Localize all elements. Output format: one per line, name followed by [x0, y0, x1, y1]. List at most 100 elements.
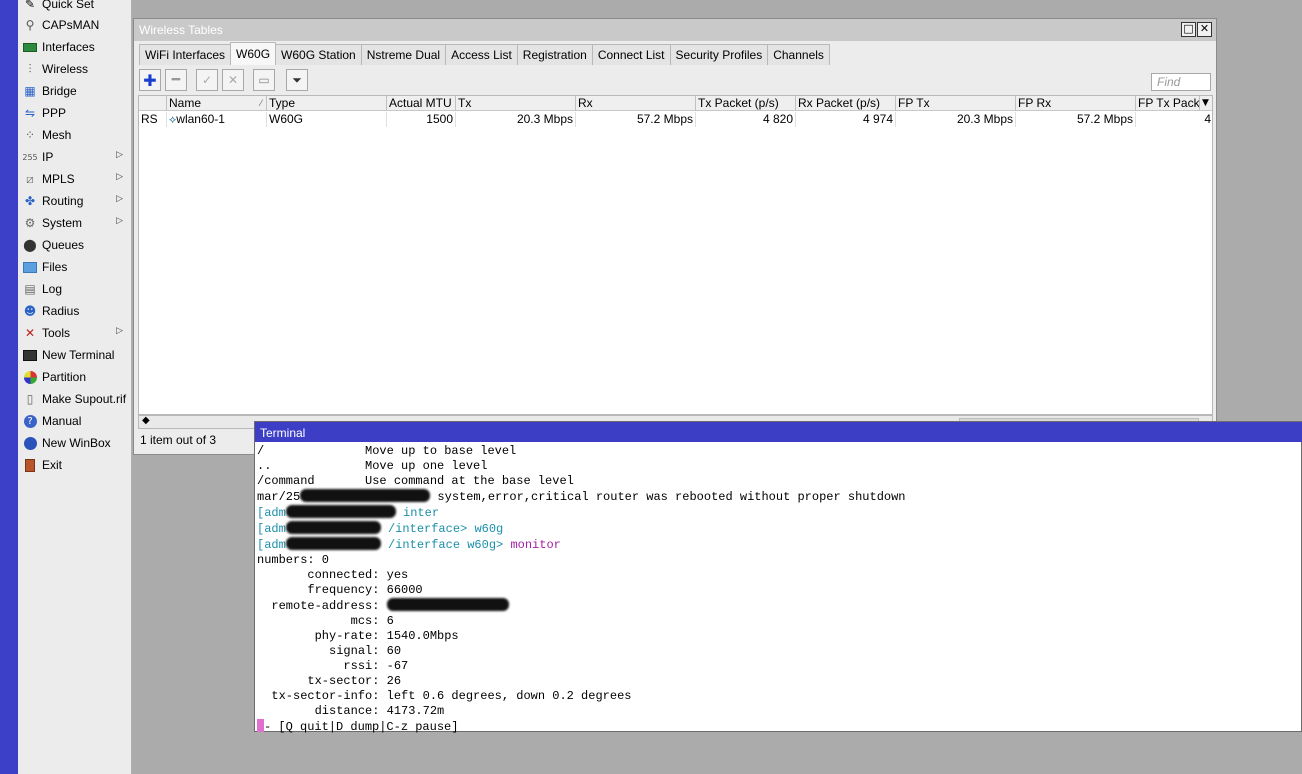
sidebar-item-system[interactable]: ⚙ System ▷: [18, 212, 131, 234]
column-header-tx-packet[interactable]: Tx Packet (p/s): [696, 96, 796, 111]
column-header-actual-mtu[interactable]: Actual MTU: [387, 96, 456, 111]
tab-registration[interactable]: Registration: [516, 44, 593, 65]
column-header-fp-tx-pack[interactable]: FP Tx Pack: [1136, 96, 1200, 111]
sidebar-item-ip[interactable]: 255 IP ▷: [18, 146, 131, 168]
sidebar-item-exit[interactable]: Exit: [18, 454, 131, 476]
sidebar-item-new-terminal[interactable]: New Terminal: [18, 344, 131, 366]
sidebar-item-interfaces[interactable]: Interfaces: [18, 36, 131, 58]
wireless-icon: ⫶: [28, 61, 32, 76]
filter-button[interactable]: ⏷: [286, 69, 308, 91]
terminal-window[interactable]: Terminal / Move up to base level.. Move …: [254, 421, 1302, 735]
column-header-name[interactable]: Name ⁄: [167, 96, 267, 111]
monitor-value: yes: [386, 568, 409, 582]
winbox-icon: [22, 435, 38, 451]
sidebar-item-capsman[interactable]: ⚲ CAPsMAN: [18, 14, 131, 36]
terminal-cursor: [257, 719, 264, 732]
cell-tx: 20.3 Mbps: [456, 112, 576, 127]
monitor-value: left 0.6 degrees, down 0.2 degrees: [386, 689, 632, 703]
tab-channels[interactable]: Channels: [767, 44, 830, 65]
window-titlebar[interactable]: Wireless Tables □ ✕: [134, 19, 1216, 41]
tab-w60g[interactable]: W60G: [230, 42, 277, 65]
monitor-key: tx-sector-info:: [257, 689, 380, 703]
capsman-icon: ⚲: [25, 18, 35, 32]
sidebar-item-quick-set[interactable]: ✎ Quick Set: [18, 0, 131, 15]
submenu-arrow-icon: ▷: [116, 326, 123, 336]
monitor-line: connected: yes: [257, 568, 906, 583]
column-header-rx-packet[interactable]: Rx Packet (p/s): [796, 96, 896, 111]
quick-set-icon: ✎: [24, 0, 36, 11]
scroll-left-icon[interactable]: ◆: [142, 415, 150, 426]
monitor-value: 6: [386, 614, 394, 628]
close-button[interactable]: ✕: [1197, 22, 1212, 37]
cell-rx-packet: 4 974: [796, 112, 896, 127]
sidebar-item-wireless[interactable]: ⫶ Wireless: [18, 58, 131, 80]
sidebar-item-log[interactable]: ▤ Log: [18, 278, 131, 300]
column-header-tx[interactable]: Tx: [456, 96, 576, 111]
sidebar-item-bridge[interactable]: ▦ Bridge: [18, 80, 131, 102]
column-header-rx[interactable]: Rx: [576, 96, 696, 111]
sidebar-item-label: Queues: [42, 238, 85, 252]
sidebar-item-label: System: [42, 216, 83, 230]
sidebar-item-mesh[interactable]: ⁘ Mesh: [18, 124, 131, 146]
column-header-type[interactable]: Type: [267, 96, 387, 111]
prompt-path: /interface>: [388, 522, 468, 536]
log-icon: ▤: [24, 282, 36, 296]
tab-wifi-interfaces[interactable]: WiFi Interfaces: [139, 44, 232, 65]
sidebar-item-radius[interactable]: ☻ Radius: [18, 300, 131, 322]
monitor-line: signal: 60: [257, 644, 906, 659]
sidebar-item-mpls[interactable]: ⧄ MPLS ▷: [18, 168, 131, 190]
tab-nstreme-dual[interactable]: Nstreme Dual: [360, 44, 447, 65]
remove-button[interactable]: ━: [165, 69, 187, 91]
tab-connect-list[interactable]: Connect List: [591, 44, 671, 65]
sidebar-item-ppp[interactable]: ⇋ PPP: [18, 102, 131, 124]
command-text: monitor: [510, 538, 561, 552]
prompt-prefix: [adm: [257, 506, 286, 520]
command-text: w60g: [474, 522, 504, 536]
disable-button[interactable]: ✕: [222, 69, 244, 91]
sidebar-item-tools[interactable]: ✕ Tools ▷: [18, 322, 131, 344]
help-line: / Move up to base level: [257, 444, 517, 458]
column-header-flags[interactable]: [139, 96, 167, 111]
sidebar-item-new-winbox[interactable]: New WinBox: [18, 432, 131, 454]
sidebar-item-partition[interactable]: Partition: [18, 366, 131, 388]
column-header-fp-rx[interactable]: FP Rx: [1016, 96, 1136, 111]
cell-tx-packet: 4 820: [696, 112, 796, 127]
maximize-button[interactable]: □: [1181, 22, 1196, 37]
radius-icon: ☻: [23, 304, 37, 318]
sidebar-item-label: CAPsMAN: [42, 18, 100, 32]
enable-button[interactable]: ✓: [196, 69, 218, 91]
sidebar-item-label: Make Supout.rif: [42, 392, 127, 406]
terminal-output[interactable]: / Move up to base level.. Move up one le…: [257, 444, 906, 735]
cell-fp-tx: 20.3 Mbps: [896, 112, 1016, 127]
monitor-value: 60: [386, 644, 402, 658]
column-chooser-icon[interactable]: ▼: [1200, 96, 1212, 111]
terminal-titlebar[interactable]: Terminal: [255, 422, 1302, 442]
close-icon: ✕: [1199, 22, 1210, 35]
sidebar-item-queues[interactable]: ⬤ Queues: [18, 234, 131, 256]
tab-security-profiles[interactable]: Security Profiles: [669, 44, 769, 65]
monitor-value: 66000: [386, 583, 423, 597]
tab-access-list[interactable]: Access List: [445, 44, 518, 65]
sidebar-menu: ✎ Quick Set ⚲ CAPsMAN Interfaces ⫶ Wirel…: [18, 0, 132, 774]
add-button[interactable]: ✚: [139, 69, 161, 91]
find-input[interactable]: Find: [1151, 73, 1211, 91]
monitor-line: remote-address:: [257, 598, 906, 614]
bridge-icon: ▦: [24, 84, 36, 98]
mesh-icon: ⁘: [24, 128, 36, 142]
sidebar-item-manual[interactable]: ? Manual: [18, 410, 131, 432]
table-header: Name ⁄ Type Actual MTU Tx Rx Tx Packet (p…: [139, 96, 1212, 111]
sidebar-item-routing[interactable]: ✤ Routing ▷: [18, 190, 131, 212]
column-header-fp-tx[interactable]: FP Tx: [896, 96, 1016, 111]
comment-button[interactable]: ▭: [253, 69, 275, 91]
monitor-value: 1540.0Mbps: [386, 629, 459, 643]
sidebar-item-make-supout[interactable]: ▯ Make Supout.rif: [18, 388, 131, 410]
column-header-label: Name: [169, 96, 202, 110]
sidebar-item-label: Mesh: [42, 128, 72, 142]
files-icon: [22, 259, 38, 275]
tab-w60g-station[interactable]: W60G Station: [275, 44, 362, 65]
sidebar-item-files[interactable]: Files: [18, 256, 131, 278]
maximize-icon: □: [1183, 22, 1194, 35]
status-bar-text: 1 item out of 3: [140, 433, 217, 447]
wireless-tables-window: Wireless Tables □ ✕ WiFi Interfaces W60G…: [133, 18, 1217, 455]
redacted-blot: [285, 537, 381, 550]
